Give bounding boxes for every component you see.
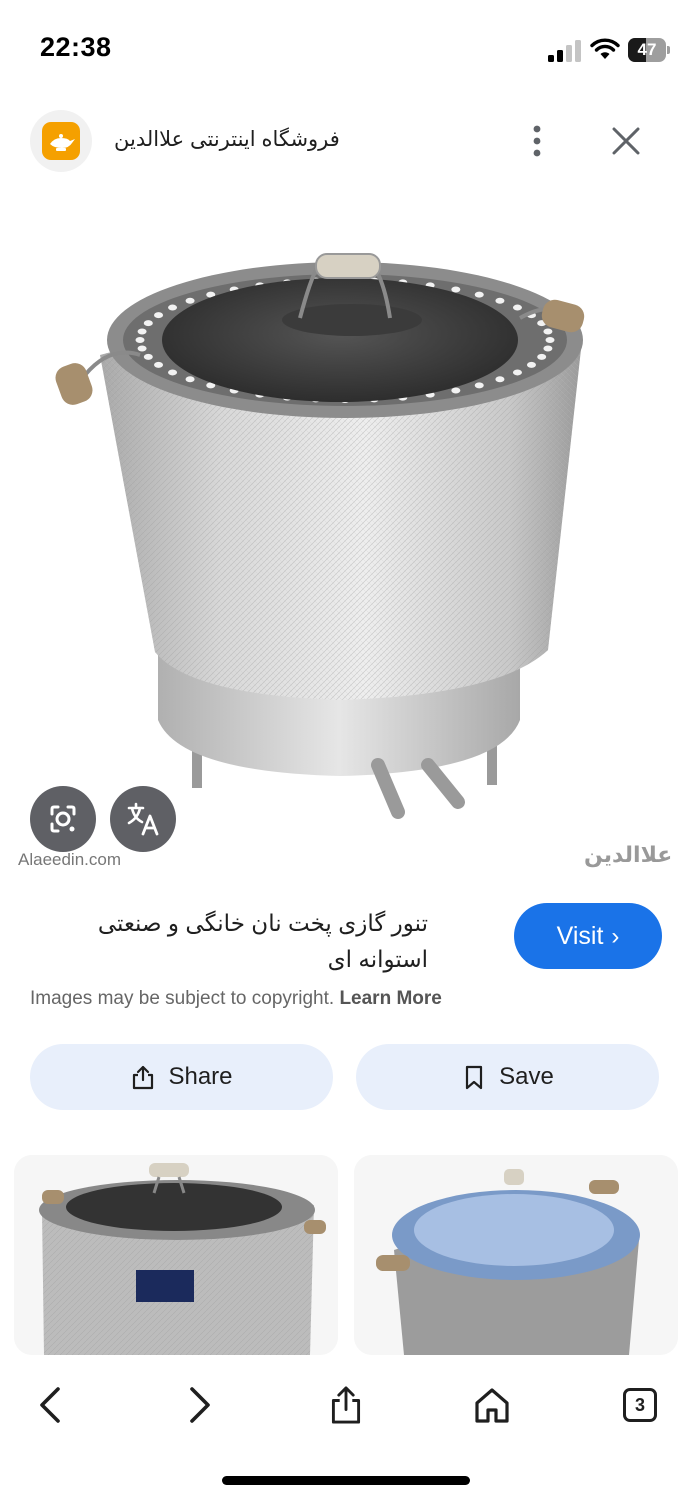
visit-button[interactable]: Visit › [514, 903, 662, 969]
chevron-right-icon: › [611, 923, 620, 950]
share-icon [331, 1386, 361, 1424]
tabs-count: 3 [623, 1388, 657, 1422]
result-header: فروشگاه اینترنتی علاالدین [0, 105, 692, 179]
bookmark-icon [466, 1065, 483, 1090]
home-icon [475, 1388, 509, 1423]
back-icon [40, 1387, 60, 1423]
signal-icon [548, 40, 581, 62]
forward-icon [190, 1387, 210, 1423]
google-lens-button[interactable] [30, 786, 96, 852]
site-favicon[interactable] [30, 110, 92, 172]
google-lens-icon [50, 805, 76, 833]
home-indicator[interactable] [222, 1476, 470, 1485]
image-watermark: علاالدین [584, 842, 673, 867]
result-title[interactable]: تنور گازی پخت نان خانگی و صنعتی استوانه … [28, 905, 428, 977]
wifi-icon [590, 38, 620, 59]
copyright-notice: Images may be subject to copyright. Lear… [30, 988, 442, 1010]
lamp-icon [50, 134, 75, 151]
product-image[interactable] [0, 190, 692, 880]
share-icon [133, 1065, 154, 1090]
status-bar: 22:38 47 [0, 0, 692, 100]
related-image-2[interactable] [354, 1155, 678, 1355]
learn-more-link[interactable]: Learn More [339, 988, 441, 1009]
close-icon[interactable] [604, 119, 648, 163]
visit-label: Visit [556, 922, 604, 950]
forward-button[interactable] [168, 1375, 228, 1435]
save-label: Save [499, 1063, 554, 1090]
share-button[interactable]: Share [30, 1044, 333, 1110]
more-vert-icon[interactable] [520, 119, 554, 163]
save-button[interactable]: Save [356, 1044, 659, 1110]
copyright-text: Images may be subject to copyright. [30, 988, 335, 1009]
tabs-button[interactable]: 3 [610, 1375, 670, 1435]
back-button[interactable] [22, 1375, 82, 1435]
share-page-button[interactable] [316, 1375, 376, 1435]
translate-icon [127, 802, 159, 836]
status-time: 22:38 [40, 32, 112, 62]
related-image-1[interactable] [14, 1155, 338, 1355]
battery-level: 47 [637, 40, 657, 59]
translate-button[interactable] [110, 786, 176, 852]
source-url: Alaeedin.com [18, 850, 122, 869]
share-label: Share [168, 1063, 233, 1090]
battery-icon: 47 [628, 38, 670, 62]
site-title[interactable]: فروشگاه اینترنتی علاالدین [114, 127, 340, 152]
home-button[interactable] [462, 1375, 522, 1435]
